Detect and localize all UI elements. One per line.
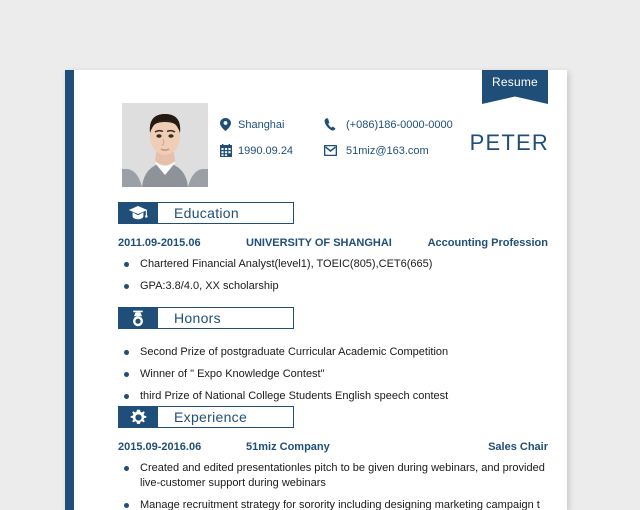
section-title-box-education: Education [158, 202, 294, 224]
medal-icon [118, 307, 158, 329]
phone-text: (+086)186-0000-0000 [346, 118, 453, 131]
calendar-icon [220, 144, 238, 157]
experience-organization: 51miz Company [246, 441, 330, 453]
page-title: PETER [469, 130, 549, 155]
education-bullet-list: Chartered Financial Analyst(level1), TOE… [118, 257, 548, 294]
birthdate-text: 1990.09.24 [238, 144, 294, 157]
education-role: Accounting Profession [427, 237, 548, 249]
experience-entry: 2015.09-2016.06 51miz Company Sales Chai… [118, 441, 548, 453]
list-item: Chartered Financial Analyst(level1), TOE… [118, 257, 548, 272]
experience-period: 2015.09-2016.06 [118, 441, 202, 453]
experience-bullet-list: Created and edited presentationles pitch… [118, 461, 548, 510]
education-organization: UNIVERSITY OF SHANGHAI [246, 237, 392, 249]
section-title-box-experience: Experience [158, 406, 294, 428]
list-item: Created and edited presentationles pitch… [118, 461, 548, 491]
contact-info: Shanghai (+086)186-0000-0000 1990.09.24 … [220, 118, 453, 157]
section-title-experience: Experience [174, 409, 248, 425]
list-item: GPA:3.8/4.0, XX scholarship [118, 279, 548, 294]
section-header-experience: Experience [118, 406, 294, 428]
phone-icon [324, 118, 346, 131]
email-text: 51miz@163.com [346, 144, 429, 157]
profile-photo [122, 103, 208, 187]
gear-icon [118, 406, 158, 428]
resume-header: Shanghai (+086)186-0000-0000 1990.09.24 … [65, 70, 567, 200]
location-text: Shanghai [238, 118, 285, 131]
section-honors: Honors Second Prize of postgraduate Curr… [118, 307, 548, 411]
section-title-honors: Honors [174, 310, 221, 326]
section-title-education: Education [174, 205, 239, 221]
experience-role: Sales Chair [488, 441, 548, 453]
envelope-icon [324, 145, 346, 156]
list-item: third Prize of National College Students… [118, 389, 548, 404]
section-header-honors: Honors [118, 307, 294, 329]
graduation-cap-icon [118, 202, 158, 224]
section-experience: Experience 2015.09-2016.06 51miz Company… [118, 406, 548, 510]
education-period: 2011.09-2015.06 [118, 237, 201, 249]
section-education: Education 2011.09-2015.06 UNIVERSITY OF … [118, 202, 548, 301]
education-entry: 2011.09-2015.06 UNIVERSITY OF SHANGHAI A… [118, 237, 548, 249]
list-item: Winner of " Expo Knowledge Contest" [118, 367, 548, 382]
location-pin-icon [220, 118, 238, 131]
list-item: Second Prize of postgraduate Curricular … [118, 345, 548, 360]
section-title-box-honors: Honors [158, 307, 294, 329]
resume-page: Resume Shanghai (+086)186-0000-0000 1990… [65, 70, 567, 510]
section-header-education: Education [118, 202, 294, 224]
honors-bullet-list: Second Prize of postgraduate Curricular … [118, 345, 548, 404]
